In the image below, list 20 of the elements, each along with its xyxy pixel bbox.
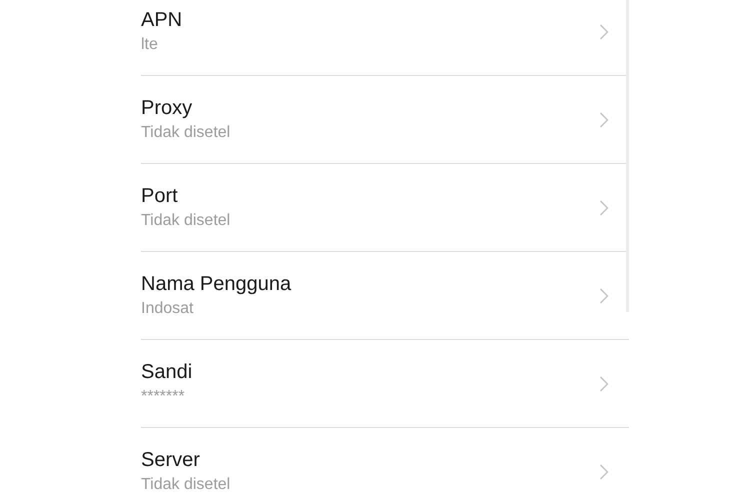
setting-title: Nama Pengguna xyxy=(141,272,292,296)
chevron-right-icon xyxy=(599,288,609,304)
setting-value: Tidak disetel xyxy=(141,475,230,495)
setting-title: Port xyxy=(141,184,179,208)
setting-title: Server xyxy=(141,448,201,472)
chevron-right-icon xyxy=(599,112,609,128)
chevron-right-icon xyxy=(599,200,609,216)
setting-value: Tidak disetel xyxy=(141,123,230,143)
setting-title: APN xyxy=(141,8,182,32)
setting-title: Sandi xyxy=(141,360,192,384)
setting-title: Proxy xyxy=(141,96,194,120)
chevron-right-icon xyxy=(599,464,609,480)
setting-value: Indosat xyxy=(141,299,194,319)
setting-value: Tidak disetel xyxy=(141,211,230,231)
settings-row[interactable]: Sandi ******* xyxy=(141,340,629,428)
chevron-right-icon xyxy=(599,24,609,40)
chevron-right-icon xyxy=(599,376,609,392)
settings-row[interactable]: Server Tidak disetel xyxy=(141,428,629,500)
setting-value: ******* xyxy=(141,387,186,407)
setting-value: lte xyxy=(141,35,159,55)
